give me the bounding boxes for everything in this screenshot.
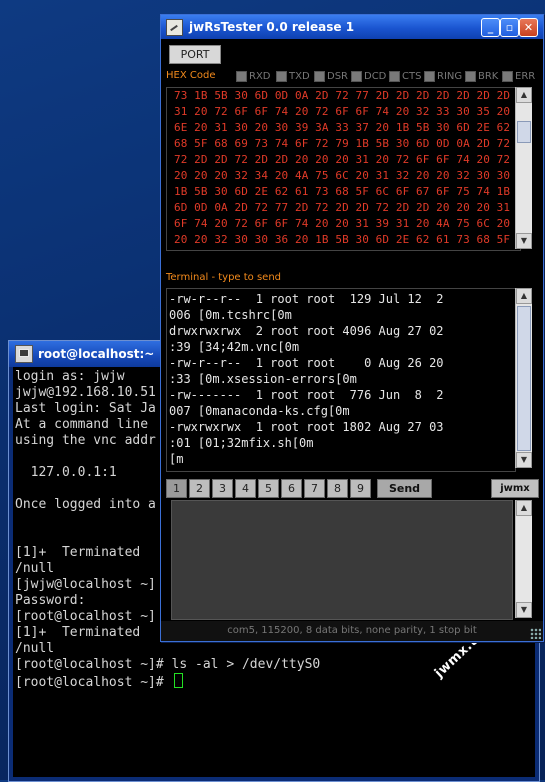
rs-terminal-line: :33 [0m.xsession-errors[0m (169, 372, 357, 386)
app-icon (166, 18, 183, 36)
hex-row: 20 20 20 32 34 20 4A 75 6C 20 31 32 20 2… (174, 169, 521, 182)
signal-label: CTS (402, 71, 422, 82)
maximize-button[interactable]: ▫ (500, 18, 519, 37)
scroll-up-icon[interactable]: ▲ (516, 500, 532, 516)
terminal-line: [root@localhost ~]# (15, 673, 535, 690)
hex-scrollbar[interactable]: ▲ ▼ (515, 87, 532, 249)
putty-icon (15, 345, 33, 363)
hex-row: 20 20 32 30 30 36 20 1B 5B 30 6D 2E 62 6… (174, 233, 521, 246)
rs-terminal-line: 007 [0manaconda-ks.cfg[0m (169, 404, 350, 418)
jwmx-button[interactable]: jwmx (491, 479, 539, 498)
macro-button-1[interactable]: 1 (166, 479, 187, 498)
rs-terminal-line: -rw-r--r-- 1 root root 129 Jul 12 2 (169, 292, 444, 306)
signal-label: TXD (289, 71, 310, 82)
signal-dsr: DSR (314, 71, 348, 82)
resize-grip-icon[interactable] (530, 628, 541, 639)
scroll-up-icon[interactable]: ▲ (516, 87, 532, 103)
hex-row: 68 5F 68 69 73 74 6F 72 79 1B 5B 30 6D 0… (174, 137, 521, 150)
signal-label: RXD (249, 71, 271, 82)
signal-rxd: RXD (236, 71, 271, 82)
macro-button-7[interactable]: 7 (304, 479, 325, 498)
hex-row: 6D 0D 0A 2D 72 77 2D 72 2D 2D 72 2D 2D 2… (174, 201, 520, 214)
signal-led-icon (236, 71, 247, 82)
macro-button-5[interactable]: 5 (258, 479, 279, 498)
scroll-down-icon[interactable]: ▼ (516, 452, 532, 468)
terminal-label: Terminal - type to send (166, 272, 282, 283)
rs-terminal-line: drwxrwxrwx 2 root root 4096 Aug 27 02 (169, 324, 444, 338)
rstester-titlebar[interactable]: jwRsTester 0.0 release 1 _ ▫ ✕ (161, 15, 543, 39)
close-button[interactable]: ✕ (519, 18, 538, 37)
hex-row: 73 1B 5B 30 6D 0D 0A 2D 72 77 2D 2D 2D 2… (174, 89, 521, 102)
hex-row: 31 20 72 6F 6F 74 20 72 6F 6F 74 20 32 3… (174, 105, 521, 118)
terminal-cursor (173, 673, 183, 688)
rs-terminal-line: :01 [01;32mfix.sh[0m (169, 436, 314, 450)
hex-row: 1B 5B 30 6D 2E 62 61 73 68 5F 6C 6F 67 6… (174, 185, 521, 198)
signal-led-icon (314, 71, 325, 82)
signal-led-icon (351, 71, 362, 82)
macro-button-3[interactable]: 3 (212, 479, 233, 498)
signal-label: ERR (515, 71, 536, 82)
send-button[interactable]: Send (377, 479, 432, 498)
signal-dcd: DCD (351, 71, 386, 82)
scroll-down-icon[interactable]: ▼ (516, 602, 532, 618)
macro-button-4[interactable]: 4 (235, 479, 256, 498)
rs-terminal-line: :39 [34;42m.vnc[0m (169, 340, 300, 354)
hex-display[interactable]: 73 1B 5B 30 6D 0D 0A 2D 72 77 2D 2D 2D 2… (166, 87, 521, 251)
signal-led-icon (502, 71, 513, 82)
signal-err: ERR (502, 71, 535, 82)
hex-code-label: HEX Code (166, 70, 216, 81)
putty-title: root@localhost:~ (38, 347, 155, 361)
hex-row: 6F 74 20 72 6F 6F 74 20 20 31 39 31 20 4… (174, 217, 521, 230)
signal-led-icon (424, 71, 435, 82)
signal-led-icon (389, 71, 400, 82)
rs-terminal-line: -rw------- 1 root root 776 Jun 8 2 (169, 388, 444, 402)
rstester-window[interactable]: jwRsTester 0.0 release 1 _ ▫ ✕ PORT HEX … (160, 14, 544, 642)
signal-cts: CTS (389, 71, 421, 82)
send-input-area[interactable] (171, 500, 513, 620)
rs-terminal-display[interactable]: -rw-r--r-- 1 root root 129 Jul 12 2 006 [… (166, 288, 516, 472)
signal-txd: TXD (276, 71, 310, 82)
scroll-up-icon[interactable]: ▲ (516, 288, 532, 304)
rs-terminal-line: -rw-r--r-- 1 root root 0 Aug 26 20 (169, 356, 444, 370)
rstester-title: jwRsTester 0.0 release 1 (189, 20, 355, 34)
signal-led-icon (465, 71, 476, 82)
macro-button-9[interactable]: 9 (350, 479, 371, 498)
macro-button-6[interactable]: 6 (281, 479, 302, 498)
status-bar: com5, 115200, 8 data bits, none parity, … (161, 621, 543, 641)
signal-label: RING (437, 71, 463, 82)
port-button[interactable]: PORT (169, 45, 221, 64)
rs-terminal-line: -rwxrwxrwx 1 root root 1802 Aug 27 03 (169, 420, 444, 434)
scroll-down-icon[interactable]: ▼ (516, 233, 532, 249)
hex-row: 72 2D 2D 72 2D 2D 20 20 20 31 20 72 6F 6… (174, 153, 520, 166)
terminal-scroll-thumb[interactable] (517, 306, 531, 451)
signal-led-icon (276, 71, 287, 82)
hex-row: 6E 20 31 30 20 30 39 3A 33 37 20 1B 5B 3… (174, 121, 521, 134)
macro-button-8[interactable]: 8 (327, 479, 348, 498)
hex-scroll-thumb[interactable] (517, 121, 531, 143)
terminal-scrollbar[interactable]: ▲ ▼ (515, 288, 532, 468)
signal-label: DSR (327, 71, 348, 82)
signal-label: DCD (364, 71, 387, 82)
minimize-button[interactable]: _ (481, 18, 500, 37)
rs-terminal-line: 006 [0m.tcshrc[0m (169, 308, 292, 322)
macro-button-2[interactable]: 2 (189, 479, 210, 498)
signal-label: BRK (478, 71, 499, 82)
signal-brk: BRK (465, 71, 498, 82)
signal-ring: RING (424, 71, 462, 82)
rs-terminal-line: [m (169, 452, 184, 466)
input-scrollbar[interactable]: ▲ ▼ (515, 500, 532, 618)
macro-number-bar: 123456789 (166, 479, 373, 498)
